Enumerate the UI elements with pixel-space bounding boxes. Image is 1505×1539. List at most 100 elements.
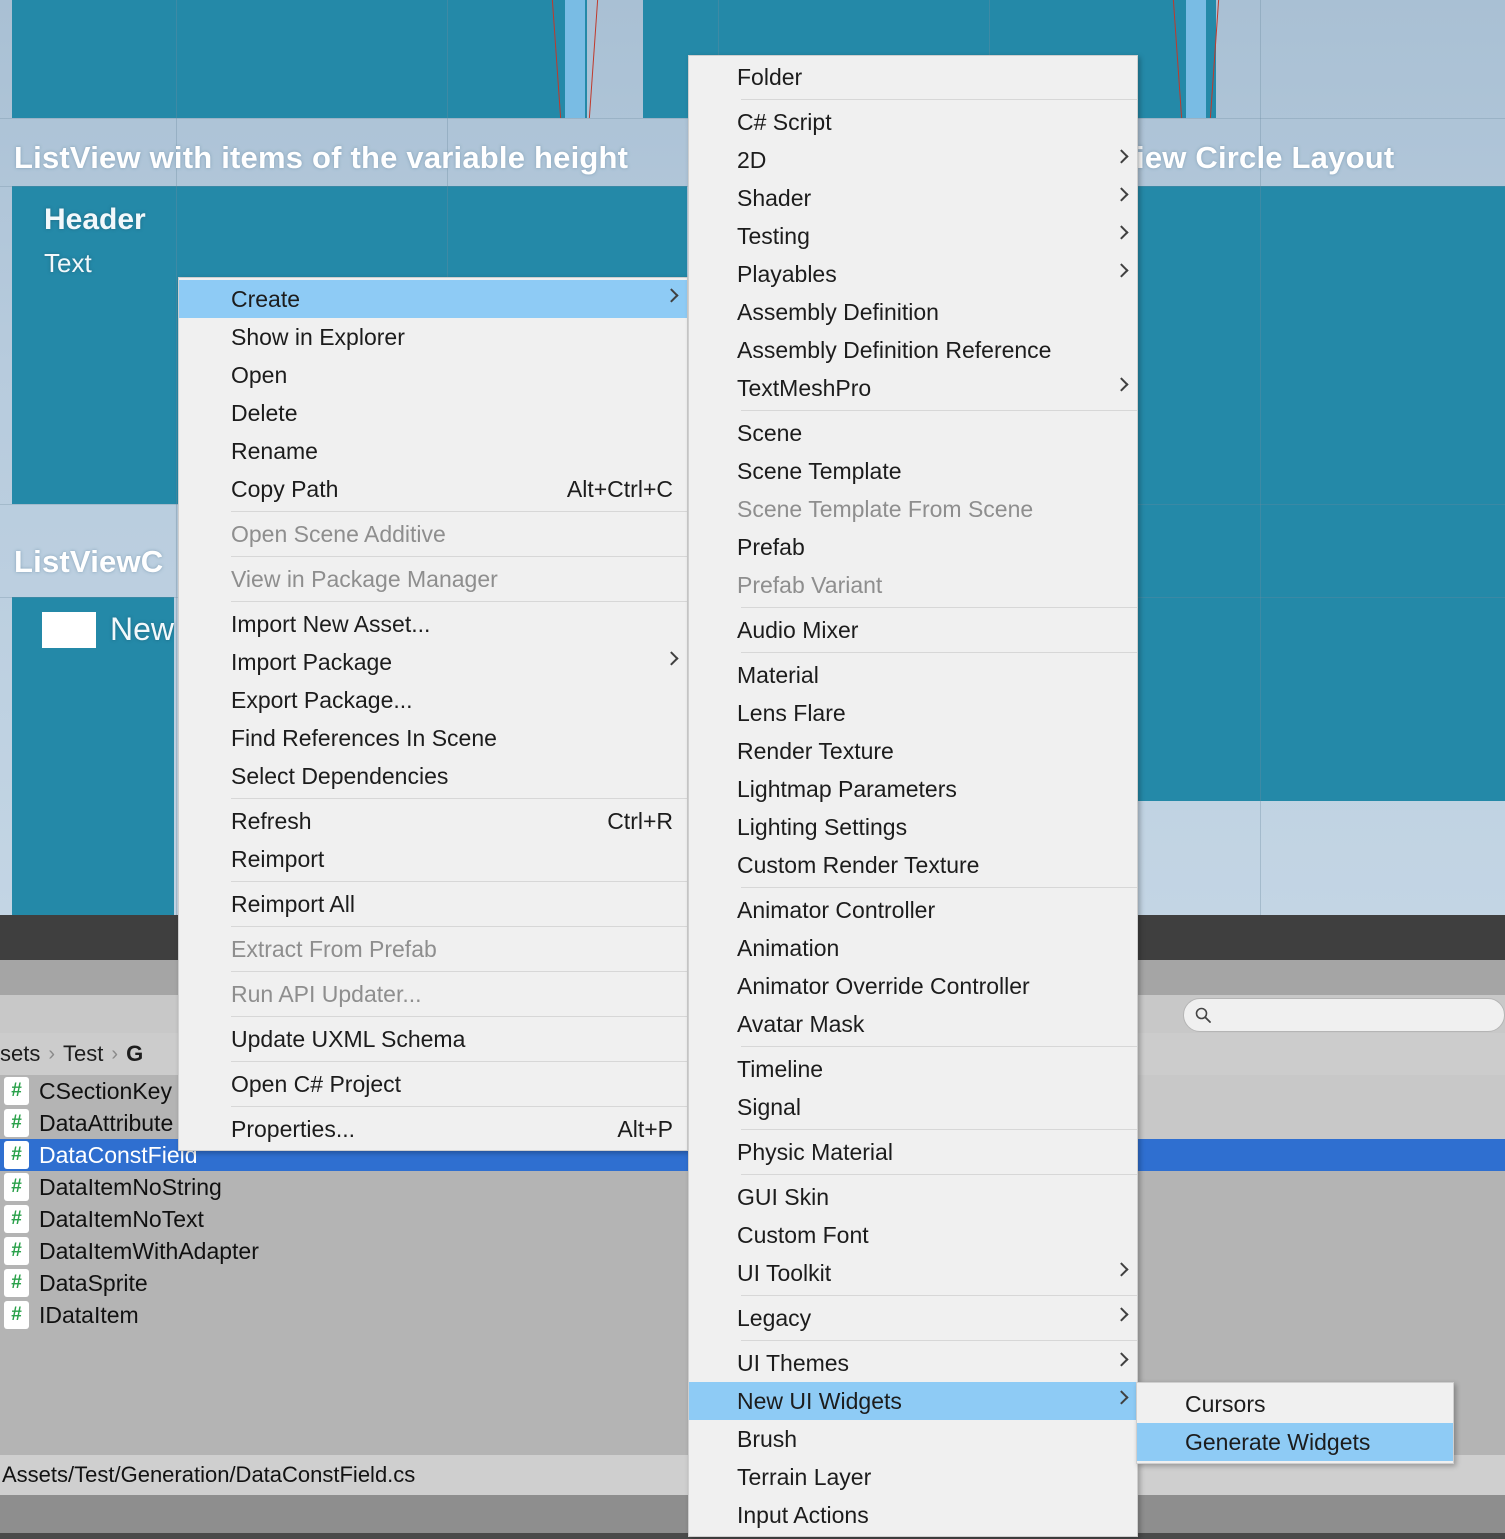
create-item-folder[interactable]: Folder <box>689 58 1137 96</box>
create-item-lighting-settings[interactable]: Lighting Settings <box>689 808 1137 846</box>
menu-item-properties[interactable]: Properties... Alt+P <box>179 1110 687 1148</box>
menu-item-reimport[interactable]: Reimport <box>179 840 687 878</box>
breadcrumb-item-test[interactable]: Test <box>63 1041 103 1067</box>
create-item-testing[interactable]: Testing <box>689 217 1137 255</box>
create-item-c-script[interactable]: C# Script <box>689 103 1137 141</box>
menu-item-export-package[interactable]: Export Package... <box>179 681 687 719</box>
menu-item-label: TextMeshPro <box>737 374 872 401</box>
create-item-lens-flare[interactable]: Lens Flare <box>689 694 1137 732</box>
create-item-assembly-definition[interactable]: Assembly Definition <box>689 293 1137 331</box>
search-field[interactable] <box>1212 1002 1504 1028</box>
create-item-input-actions[interactable]: Input Actions <box>689 1496 1137 1534</box>
create-item-animation[interactable]: Animation <box>689 929 1137 967</box>
breadcrumb-item-generation[interactable]: G <box>126 1041 143 1067</box>
chevron-right-icon <box>1114 1390 1129 1405</box>
create-item-brush[interactable]: Brush <box>689 1420 1137 1458</box>
create-item-new-ui-widgets[interactable]: New UI Widgets <box>689 1382 1137 1420</box>
menu-item-label: Folder <box>737 63 803 90</box>
create-item-shader[interactable]: Shader <box>689 179 1137 217</box>
menu-item-delete[interactable]: Delete <box>179 394 687 432</box>
create-item-signal[interactable]: Signal <box>689 1088 1137 1126</box>
menu-item-label: Material <box>737 661 819 688</box>
menu-item-label: Export Package... <box>231 686 413 713</box>
menu-item-find-references-in-scene[interactable]: Find References In Scene <box>179 719 687 757</box>
create-item-textmeshpro[interactable]: TextMeshPro <box>689 369 1137 407</box>
chevron-right-icon <box>1114 1307 1129 1322</box>
create-item-animator-override-controller[interactable]: Animator Override Controller <box>689 967 1137 1005</box>
widgets-item-cursors[interactable]: Cursors <box>1137 1385 1453 1423</box>
menu-item-import-new-asset[interactable]: Import New Asset... <box>179 605 687 643</box>
menu-item-update-uxml-schema[interactable]: Update UXML Schema <box>179 1020 687 1058</box>
create-item-prefab-variant: Prefab Variant <box>689 566 1137 604</box>
create-item-prefab[interactable]: Prefab <box>689 528 1137 566</box>
menu-item-label: Scene <box>737 419 803 446</box>
create-item-assembly-definition-reference[interactable]: Assembly Definition Reference <box>689 331 1137 369</box>
create-item-scene[interactable]: Scene <box>689 414 1137 452</box>
menu-item-create[interactable]: Create <box>179 280 687 318</box>
thumbnail-chip <box>42 612 96 648</box>
menu-item-label: 2D <box>737 146 767 173</box>
status-bar-path: Assets/Test/Generation/DataConstField.cs <box>2 1462 416 1487</box>
menu-item-rename[interactable]: Rename <box>179 432 687 470</box>
menu-separator <box>741 99 1137 100</box>
menu-separator <box>231 511 687 512</box>
create-item-2d[interactable]: 2D <box>689 141 1137 179</box>
create-item-avatar-mask[interactable]: Avatar Mask <box>689 1005 1137 1043</box>
chevron-right-icon <box>1114 1262 1129 1277</box>
menu-separator <box>741 1174 1137 1175</box>
create-item-lightmap-parameters[interactable]: Lightmap Parameters <box>689 770 1137 808</box>
create-item-ui-themes[interactable]: UI Themes <box>689 1344 1137 1382</box>
csharp-script-icon: # <box>4 1205 29 1233</box>
menu-item-copy-path[interactable]: Copy Path Alt+Ctrl+C <box>179 470 687 508</box>
create-item-ui-toolkit[interactable]: UI Toolkit <box>689 1254 1137 1292</box>
file-name: IDataItem <box>39 1301 139 1328</box>
create-item-custom-render-texture[interactable]: Custom Render Texture <box>689 846 1137 884</box>
widgets-item-generate-widgets[interactable]: Generate Widgets <box>1137 1423 1453 1461</box>
create-item-render-texture[interactable]: Render Texture <box>689 732 1137 770</box>
menu-item-import-package[interactable]: Import Package <box>179 643 687 681</box>
search-icon <box>1194 1006 1212 1024</box>
breadcrumb-item-assets[interactable]: sets <box>0 1041 40 1067</box>
game-view-title-right: iew Circle Layout <box>1136 140 1395 175</box>
create-item-animator-controller[interactable]: Animator Controller <box>689 891 1137 929</box>
menu-separator <box>741 607 1137 608</box>
create-item-gui-skin[interactable]: GUI Skin <box>689 1178 1137 1216</box>
chart-spike-right <box>1186 0 1206 118</box>
menu-item-reimport-all[interactable]: Reimport All <box>179 885 687 923</box>
menu-separator <box>231 1061 687 1062</box>
menu-item-label: Animator Controller <box>737 896 936 923</box>
create-item-custom-font[interactable]: Custom Font <box>689 1216 1137 1254</box>
create-item-playables[interactable]: Playables <box>689 255 1137 293</box>
menu-item-label: Import Package <box>231 648 393 675</box>
menu-item-label: Reimport <box>231 845 325 872</box>
menu-item-open-c-project[interactable]: Open C# Project <box>179 1065 687 1103</box>
menu-item-open[interactable]: Open <box>179 356 687 394</box>
create-item-audio-mixer[interactable]: Audio Mixer <box>689 611 1137 649</box>
csharp-script-icon: # <box>4 1141 29 1169</box>
create-submenu[interactable]: Folder C# Script 2D Shader Testing Playables A… <box>688 55 1138 1537</box>
create-item-physic-material[interactable]: Physic Material <box>689 1133 1137 1171</box>
menu-item-select-dependencies[interactable]: Select Dependencies <box>179 757 687 795</box>
create-item-timeline[interactable]: Timeline <box>689 1050 1137 1088</box>
menu-item-refresh[interactable]: Refresh Ctrl+R <box>179 802 687 840</box>
new-ui-widgets-submenu[interactable]: Cursors Generate Widgets <box>1136 1382 1454 1464</box>
menu-item-label: Custom Render Texture <box>737 851 980 878</box>
create-item-legacy[interactable]: Legacy <box>689 1299 1137 1337</box>
search-input[interactable] <box>1183 998 1505 1032</box>
file-name: DataItemNoString <box>39 1173 222 1200</box>
menu-item-label: Shader <box>737 184 812 211</box>
create-item-terrain-layer[interactable]: Terrain Layer <box>689 1458 1137 1496</box>
label-text: Text <box>44 248 92 278</box>
label-new: New <box>110 611 175 647</box>
chevron-right-icon: › <box>48 1042 56 1065</box>
menu-item-run-api-updater: Run API Updater... <box>179 975 687 1013</box>
project-context-menu[interactable]: Create Show in Explorer Open Delete Rename Co… <box>178 277 688 1151</box>
chevron-right-icon <box>1114 263 1129 278</box>
menu-item-label: Terrain Layer <box>737 1463 872 1490</box>
create-item-scene-template[interactable]: Scene Template <box>689 452 1137 490</box>
menu-item-label: View in Package Manager <box>231 565 498 592</box>
menu-item-label: Scene Template <box>737 457 902 484</box>
create-item-material[interactable]: Material <box>689 656 1137 694</box>
menu-item-show-in-explorer[interactable]: Show in Explorer <box>179 318 687 356</box>
chart-spike-left <box>565 0 585 118</box>
